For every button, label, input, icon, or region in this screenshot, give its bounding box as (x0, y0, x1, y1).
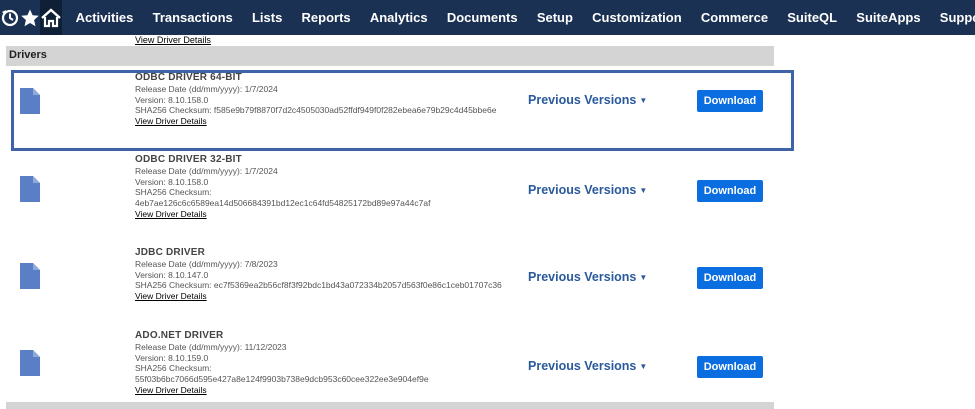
driver-version: Version: 8.10.159.0 (135, 352, 209, 363)
driver-checksum: 55f03b6bc7066d595e427a8e124f9903b738e9dc… (135, 374, 429, 385)
previous-versions-dropdown[interactable]: Previous Versions ▼ (528, 359, 647, 373)
view-driver-details-link[interactable]: View Driver Details (135, 209, 515, 220)
driver-info: JDBC DRIVER Release Date (dd/mm/yyyy): 7… (135, 247, 515, 302)
view-driver-details-link[interactable]: View Driver Details (135, 291, 515, 302)
driver-release-date: Release Date (dd/mm/yyyy): 1/7/2024 (135, 166, 278, 176)
view-driver-details-link[interactable]: View Driver Details (135, 385, 515, 396)
previous-versions-dropdown[interactable]: Previous Versions ▼ (528, 183, 647, 197)
previous-versions-label: Previous Versions (528, 183, 637, 197)
nav-item-support[interactable]: Support (930, 0, 975, 35)
nav-item-analytics[interactable]: Analytics (360, 0, 437, 35)
nav-item-customization[interactable]: Customization (583, 0, 692, 35)
driver-checksum-label: SHA256 Checksum: (135, 363, 212, 374)
nav-item-commerce[interactable]: Commerce (691, 0, 777, 35)
nav-item-reports[interactable]: Reports (292, 0, 360, 35)
highlight-box (11, 70, 794, 151)
download-button[interactable]: Download (697, 267, 763, 289)
nav-item-activities[interactable]: Activities (66, 0, 143, 35)
recent-icon[interactable] (0, 0, 20, 35)
previous-versions-dropdown[interactable]: Previous Versions ▼ (528, 270, 647, 284)
driver-version: Version: 8.10.158.0 (135, 176, 209, 187)
download-button[interactable]: Download (697, 356, 763, 378)
download-button[interactable]: Download (697, 180, 763, 202)
nav-item-suiteapps[interactable]: SuiteApps (847, 0, 930, 35)
driver-checksum-line: SHA256 Checksum: ec7f5369ea2b56cf8f3f92b… (135, 280, 515, 291)
driver-release-date: Release Date (dd/mm/yyyy): 11/12/2023 (135, 342, 287, 352)
driver-info: ADO.NET DRIVER Release Date (dd/mm/yyyy)… (135, 330, 515, 396)
driver-version: Version: 8.10.147.0 (135, 269, 209, 280)
nav-item-transactions[interactable]: Transactions (143, 0, 242, 35)
nav-item-setup[interactable]: Setup (527, 0, 582, 35)
driver-name: JDBC DRIVER (135, 247, 205, 258)
driver-info: ODBC DRIVER 32-BIT Release Date (dd/mm/y… (135, 154, 515, 220)
driver-checksum: 4eb7ae126c6c6589ea14d506684391bd12ec1c64… (135, 198, 431, 209)
caret-down-icon: ▼ (639, 186, 648, 195)
driver-name: ODBC DRIVER 32-BIT (135, 154, 242, 165)
drivers-section-header: Drivers (6, 46, 774, 66)
file-icon (20, 176, 40, 202)
file-icon (20, 350, 40, 376)
nav-item-suiteql[interactable]: SuiteQL (778, 0, 847, 35)
driver-release-date: Release Date (dd/mm/yyyy): 7/8/2023 (135, 259, 278, 269)
file-icon (20, 263, 40, 289)
driver-checksum-label: SHA256 Checksum: (135, 280, 212, 291)
caret-down-icon: ▼ (639, 273, 648, 282)
previous-versions-label: Previous Versions (528, 359, 637, 373)
driver-checksum-label: SHA256 Checksum: (135, 187, 212, 198)
previous-view-driver-details-link[interactable]: View Driver Details (135, 35, 211, 45)
driver-checksum: ec7f5369ea2b56cf8f3f92bdc1bd43a072334b20… (213, 280, 502, 291)
caret-down-icon: ▼ (639, 362, 648, 371)
star-icon[interactable] (20, 0, 40, 35)
nav-item-documents[interactable]: Documents (437, 0, 527, 35)
nav-item-lists[interactable]: Lists (242, 0, 292, 35)
nav-menu: Activities Transactions Lists Reports Analyt… (66, 0, 975, 35)
previous-versions-label: Previous Versions (528, 270, 637, 284)
section-footer-bar (6, 402, 774, 409)
section-title: Drivers (9, 49, 47, 61)
top-navigation-bar: Activities Transactions Lists Reports Analyt… (0, 0, 975, 35)
driver-name: ADO.NET DRIVER (135, 330, 224, 341)
home-icon[interactable] (40, 0, 62, 35)
